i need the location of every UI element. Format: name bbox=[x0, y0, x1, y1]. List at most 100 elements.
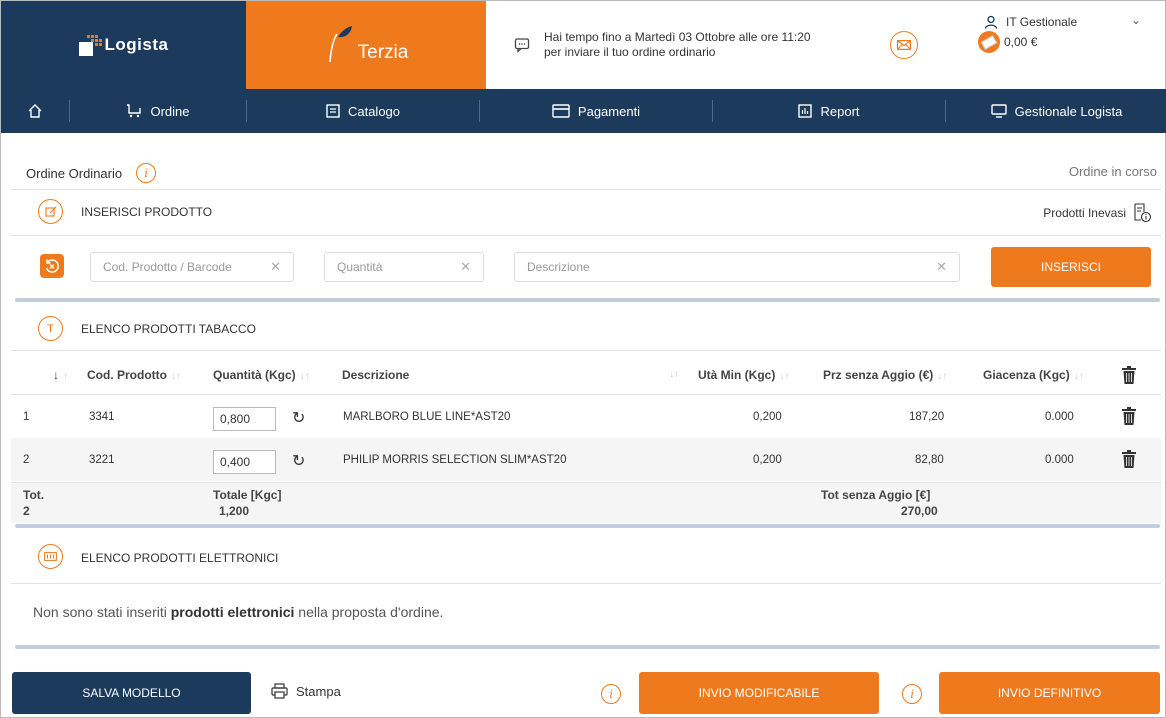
col-desc-label: Descrizione bbox=[342, 368, 410, 382]
invio-modificabile-button[interactable]: INVIO MODIFICABILE bbox=[639, 672, 879, 714]
report-icon bbox=[798, 104, 813, 118]
col-umin-label: Utà Min (Kgc) bbox=[698, 368, 776, 382]
trash-icon[interactable] bbox=[1122, 450, 1136, 471]
catalog-icon bbox=[326, 104, 340, 118]
divider bbox=[11, 235, 1161, 236]
nav-catalogo-label: Catalogo bbox=[347, 103, 401, 119]
sort-arrows-icon[interactable]: ↓↑ bbox=[669, 369, 679, 380]
nav-home[interactable] bbox=[1, 89, 69, 133]
sort-arrows-icon: ↓↑ bbox=[170, 371, 181, 382]
clear-code-icon[interactable]: ✕ bbox=[270, 259, 281, 275]
tabacco-badge-letter: T bbox=[47, 322, 54, 335]
logista-mark-icon bbox=[78, 35, 102, 56]
sort-arrows-icon: ↓↑ bbox=[937, 371, 948, 382]
sort-arrows-icon: ↓↑ bbox=[299, 371, 310, 382]
mail-icon bbox=[897, 40, 911, 50]
clear-description-icon[interactable]: ✕ bbox=[936, 259, 947, 275]
main-nav: Ordine Catalogo Pagamenti Report Gestion… bbox=[1, 89, 1166, 133]
row-price: 187,20 bbox=[909, 411, 945, 423]
refresh-icon[interactable]: ↻ bbox=[292, 408, 305, 428]
coin-icon bbox=[978, 31, 1000, 53]
totals-row: Tot. 2 Totale [Kgc] 1,200 Tot senza Aggi… bbox=[11, 483, 1161, 523]
col-qty-header[interactable]: Quantità (Kgc) ↓↑ bbox=[213, 368, 310, 382]
nav-gestionale-label: Gestionale Logista bbox=[1014, 103, 1123, 119]
chat-icon bbox=[514, 38, 530, 53]
row-qty-input[interactable]: 0,400 bbox=[213, 450, 276, 474]
nav-ordine-label: Ordine bbox=[150, 103, 190, 119]
quantity-placeholder: Quantità bbox=[337, 260, 383, 274]
total-kgc-value: 1,200 bbox=[219, 504, 250, 518]
empty-electronics-message: Non sono stati inseriti prodotti elettro… bbox=[33, 604, 443, 620]
edit-icon bbox=[38, 199, 63, 224]
row-price: 82,80 bbox=[915, 454, 944, 466]
nav-report[interactable]: Report bbox=[713, 89, 945, 133]
col-qty-label: Quantità (Kgc) bbox=[213, 368, 296, 382]
total-kgc-label: Totale [Kgc] bbox=[213, 488, 282, 502]
col-code-header[interactable]: Cod. Prodotto ↓↑ bbox=[87, 368, 181, 382]
refresh-icon[interactable]: ↻ bbox=[292, 451, 305, 471]
nav-gestionale[interactable]: Gestionale Logista bbox=[946, 89, 1166, 133]
nav-catalogo[interactable]: Catalogo bbox=[247, 89, 479, 133]
user-balance: 0,00 € bbox=[1004, 35, 1038, 49]
divider bbox=[11, 189, 1161, 190]
payment-card-icon bbox=[552, 104, 570, 118]
empty-message-prefix: Non sono stati inseriti bbox=[33, 604, 171, 620]
col-price-label: Prz senza Aggio (€) bbox=[823, 368, 934, 382]
logista-brand-text: Logista bbox=[104, 35, 169, 54]
row-qty-input[interactable]: 0,800 bbox=[213, 407, 276, 431]
deadline-message: Hai tempo fino a Martedì 03 Ottobre alle… bbox=[486, 1, 966, 89]
description-placeholder: Descrizione bbox=[527, 260, 590, 274]
clear-form-button[interactable] bbox=[40, 254, 64, 278]
tabacco-badge: T bbox=[38, 316, 63, 341]
terzia-logo[interactable]: Terzia bbox=[246, 1, 486, 89]
electronic-icon bbox=[38, 544, 63, 569]
user-menu[interactable]: IT Gestionale ⌄ 0,00 € bbox=[966, 1, 1166, 89]
quantity-input[interactable]: Quantità ✕ bbox=[324, 252, 484, 282]
inserisci-button[interactable]: INSERISCI bbox=[991, 247, 1151, 287]
trash-icon[interactable] bbox=[1122, 407, 1136, 428]
leaf-icon bbox=[328, 26, 352, 63]
sort-arrows-icon: ↓↑ bbox=[779, 371, 790, 382]
sort-arrows-icon: ↓↑ bbox=[1073, 371, 1084, 382]
top-header: Logista Terzia Hai tempo fino a Martedì … bbox=[1, 1, 1166, 89]
nav-report-label: Report bbox=[820, 103, 860, 119]
col-stock-header[interactable]: Giacenza (Kgc) ↓↑ bbox=[983, 368, 1084, 382]
tot-count: 2 bbox=[23, 504, 30, 518]
info-icon[interactable]: i bbox=[902, 684, 922, 704]
salva-modello-button[interactable]: SALVA MODELLO bbox=[12, 672, 251, 714]
nav-pagamenti[interactable]: Pagamenti bbox=[480, 89, 712, 133]
row-description: MARLBORO BLUE LINE*AST20 bbox=[343, 411, 511, 423]
col-desc-header[interactable]: Descrizione bbox=[342, 368, 409, 382]
mail-button[interactable] bbox=[890, 31, 918, 59]
inserisci-label: INSERISCI bbox=[1040, 260, 1101, 274]
info-icon[interactable]: i bbox=[601, 684, 621, 704]
chevron-down-icon[interactable]: ⌄ bbox=[1131, 13, 1141, 27]
deadline-line2: per inviare il tuo ordine ordinario bbox=[544, 45, 716, 59]
nav-pagamenti-label: Pagamenti bbox=[577, 103, 641, 119]
section-divider bbox=[15, 524, 1160, 528]
nav-ordine[interactable]: Ordine bbox=[70, 89, 246, 133]
prodotti-inevasi-link[interactable]: Prodotti Inevasi bbox=[1043, 203, 1152, 223]
empty-message-bold: prodotti elettronici bbox=[170, 604, 295, 620]
trash-icon[interactable] bbox=[1122, 366, 1136, 387]
total-aggio-label: Tot senza Aggio [€] bbox=[821, 488, 931, 502]
col-stock-label: Giacenza (Kgc) bbox=[983, 368, 1070, 382]
divider bbox=[11, 583, 1161, 584]
stampa-label: Stampa bbox=[296, 683, 341, 699]
elettronici-section-title: ELENCO PRODOTTI ELETTRONICI bbox=[81, 551, 279, 565]
row-index: 2 bbox=[23, 454, 30, 466]
logista-logo[interactable]: Logista bbox=[1, 1, 246, 89]
product-code-input[interactable]: Cod. Prodotto / Barcode ✕ bbox=[90, 252, 294, 282]
clear-quantity-icon[interactable]: ✕ bbox=[460, 259, 471, 275]
description-input[interactable]: Descrizione ✕ bbox=[514, 252, 960, 282]
col-umin-header[interactable]: Utà Min (Kgc) ↓↑ bbox=[698, 368, 789, 382]
row-umin: 0,200 bbox=[753, 454, 782, 466]
info-icon[interactable]: i bbox=[136, 163, 157, 183]
invio-definitivo-button[interactable]: INVIO DEFINITIVO bbox=[939, 672, 1160, 714]
row-code: 3341 bbox=[89, 411, 115, 423]
empty-message-suffix: nella proposta d'ordine. bbox=[294, 604, 444, 620]
stampa-button[interactable]: Stampa bbox=[271, 683, 341, 699]
col-price-header[interactable]: Prz senza Aggio (€) ↓↑ bbox=[823, 368, 947, 382]
printer-icon bbox=[271, 683, 288, 699]
sort-index-header[interactable]: ↓ ↑ bbox=[53, 368, 68, 382]
